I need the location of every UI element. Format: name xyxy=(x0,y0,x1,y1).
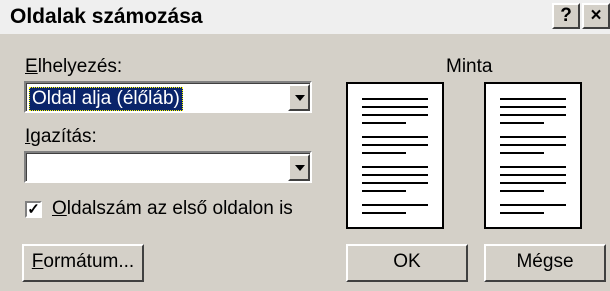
text-line xyxy=(362,114,428,116)
format-button[interactable]: Formátum... xyxy=(22,244,144,282)
first-page-checkbox[interactable]: ✓ xyxy=(25,201,42,218)
text-line xyxy=(500,144,566,146)
text-line xyxy=(500,174,566,176)
text-line xyxy=(362,182,428,184)
text-line xyxy=(362,98,428,100)
text-line xyxy=(362,122,406,124)
text-line xyxy=(500,106,566,108)
ok-button[interactable]: OK xyxy=(346,244,468,282)
alignment-select[interactable] xyxy=(24,151,312,183)
text-line xyxy=(500,182,566,184)
text-line xyxy=(362,174,428,176)
text-line xyxy=(500,136,566,138)
preview-page-left xyxy=(346,82,444,229)
preview-page-right xyxy=(484,82,582,229)
position-select[interactable]: Oldal alja (élőláb) xyxy=(24,81,312,113)
position-dropdown-button[interactable] xyxy=(288,84,310,111)
alignment-label: Igazítás: xyxy=(25,126,97,147)
text-line xyxy=(362,106,428,108)
text-line xyxy=(500,166,566,168)
text-line xyxy=(500,152,544,154)
position-label: Elhelyezés: xyxy=(25,56,123,77)
preview-label: Minta xyxy=(446,56,493,77)
text-line xyxy=(500,190,544,192)
text-line xyxy=(362,190,406,192)
text-line xyxy=(362,136,428,138)
text-line xyxy=(362,144,428,146)
chevron-down-icon xyxy=(295,95,305,101)
close-button[interactable]: × xyxy=(582,3,610,29)
help-button[interactable]: ? xyxy=(552,3,580,29)
text-line xyxy=(362,212,406,214)
first-page-label[interactable]: Oldalszám az első oldalon is xyxy=(52,198,293,220)
dialog-title: Oldalak számozása xyxy=(10,5,203,28)
text-line xyxy=(500,212,544,214)
position-selected-value: Oldal alja (élőláb) xyxy=(29,87,183,111)
alignment-dropdown-button[interactable] xyxy=(288,154,310,181)
text-line xyxy=(362,166,428,168)
page-numbers-dialog: Oldalak számozása ? × Elhelyezés: Oldal … xyxy=(0,0,610,291)
text-line xyxy=(500,114,566,116)
text-line xyxy=(500,98,566,100)
text-line xyxy=(362,204,428,206)
text-line xyxy=(362,152,406,154)
title-bar: Oldalak számozása ? × xyxy=(0,0,610,34)
cancel-button[interactable]: Mégse xyxy=(484,244,606,282)
text-line xyxy=(500,122,544,124)
alignment-selected-value xyxy=(29,157,33,179)
chevron-down-icon xyxy=(295,165,305,171)
text-line xyxy=(500,204,566,206)
